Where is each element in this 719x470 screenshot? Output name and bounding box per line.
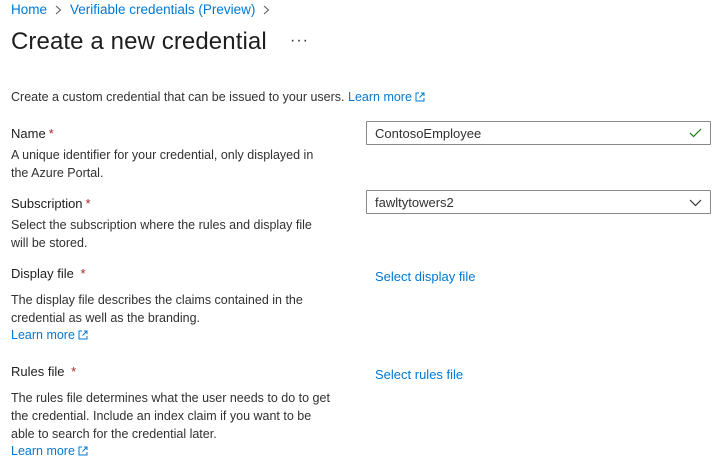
display-file-description: The display file describes the claims co… bbox=[11, 293, 303, 325]
learn-more-label: Learn more bbox=[11, 328, 75, 342]
subscription-label: Subscription * bbox=[11, 196, 91, 211]
name-label-text: Name bbox=[11, 126, 46, 141]
checkmark-icon bbox=[689, 128, 702, 138]
name-label: Name * bbox=[11, 126, 54, 141]
rules-file-description: The rules file determines what the user … bbox=[11, 391, 330, 441]
external-link-icon bbox=[415, 91, 425, 105]
name-description: A unique identifier for your credential,… bbox=[11, 148, 314, 180]
chevron-down-icon bbox=[689, 195, 702, 210]
subscription-description: Select the subscription where the rules … bbox=[11, 218, 312, 250]
name-input[interactable]: ContosoEmployee bbox=[366, 121, 711, 145]
display-file-label-text: Display file bbox=[11, 266, 74, 281]
rules-file-label-text: Rules file bbox=[11, 364, 65, 379]
subscription-dropdown[interactable]: fawltytowers2 bbox=[366, 190, 711, 214]
rules-file-label: Rules file * bbox=[11, 364, 76, 379]
select-display-file-link[interactable]: Select display file bbox=[375, 269, 475, 284]
name-input-value: ContosoEmployee bbox=[375, 125, 482, 141]
required-indicator: * bbox=[80, 266, 86, 281]
external-link-icon bbox=[78, 329, 88, 343]
learn-more-label: Learn more bbox=[11, 444, 75, 458]
intro-description: Create a custom credential that can be i… bbox=[11, 90, 345, 104]
learn-more-label: Learn more bbox=[348, 90, 412, 104]
select-rules-file-link[interactable]: Select rules file bbox=[375, 367, 463, 382]
subscription-label-text: Subscription bbox=[11, 196, 83, 211]
required-indicator: * bbox=[85, 196, 91, 211]
page-title: Create a new credential bbox=[11, 28, 267, 55]
intro-text: Create a custom credential that can be i… bbox=[11, 90, 425, 105]
intro-learn-more-link[interactable]: Learn more bbox=[348, 90, 425, 104]
rules-file-learn-more-link[interactable]: Learn more bbox=[11, 444, 88, 459]
subscription-selected-value: fawltytowers2 bbox=[375, 194, 454, 210]
display-file-learn-more-link[interactable]: Learn more bbox=[11, 328, 88, 343]
chevron-right-icon bbox=[263, 5, 270, 15]
chevron-right-icon bbox=[55, 5, 62, 15]
breadcrumb-home-link[interactable]: Home bbox=[11, 2, 47, 17]
breadcrumb: Home Verifiable credentials (Preview) bbox=[11, 2, 278, 17]
more-options-button[interactable]: ··· bbox=[290, 32, 309, 50]
required-indicator: * bbox=[48, 126, 54, 141]
required-indicator: * bbox=[71, 364, 77, 379]
display-file-label: Display file * bbox=[11, 266, 86, 281]
external-link-icon bbox=[78, 445, 88, 459]
breadcrumb-verifiable-credentials-link[interactable]: Verifiable credentials (Preview) bbox=[70, 2, 255, 17]
